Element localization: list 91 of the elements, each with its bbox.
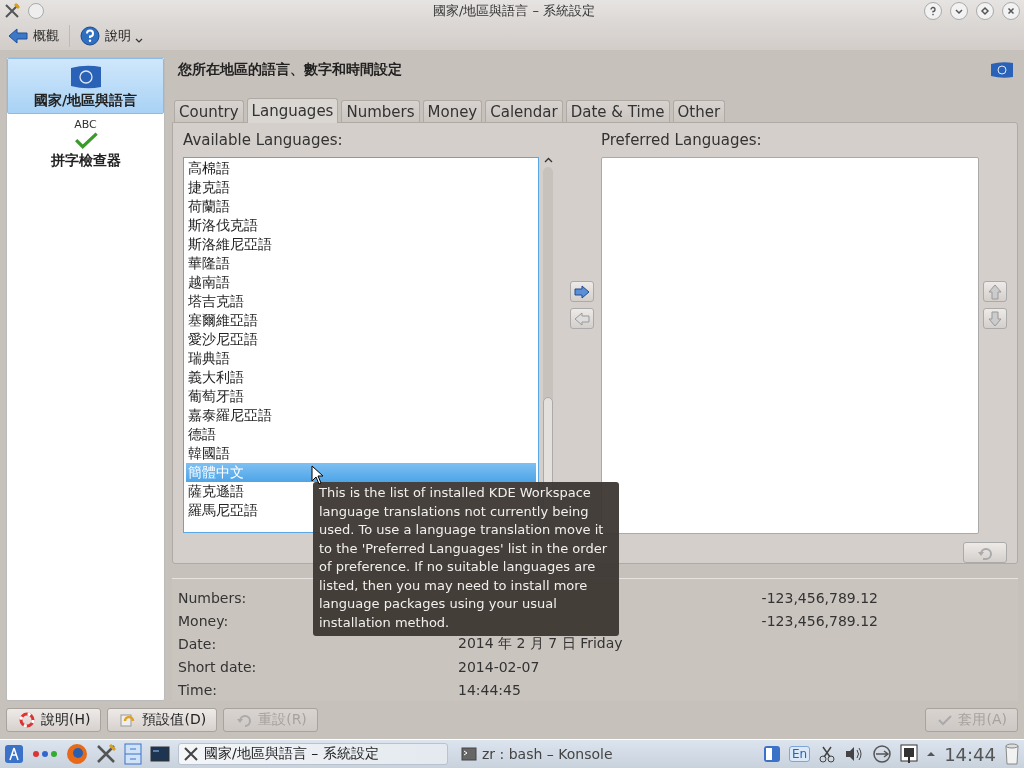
sidebar-item[interactable]: 國家/地區與語言: [7, 58, 164, 114]
help-icon: [80, 26, 100, 46]
tools-icon: [183, 746, 199, 762]
language-item[interactable]: 塔吉克語: [186, 292, 536, 311]
mouse-pointer-icon: [311, 465, 325, 485]
tools-icon[interactable]: [96, 744, 116, 764]
trash-icon[interactable]: [1004, 743, 1020, 765]
language-item[interactable]: 義大利語: [186, 368, 536, 387]
defaults-button[interactable]: 預設值(D): [107, 708, 218, 732]
language-item[interactable]: 荷蘭語: [186, 197, 536, 216]
diamond-icon: [980, 6, 990, 16]
tooltip: This is the list of installed KDE Workspace language translations not currently being used. To use a language translation move it to the 'Preferred Languages' list in the order of preference. If no suitable languages are listed, then you may need to install more language packages using your usual installation method.: [313, 482, 619, 636]
tab[interactable]: Country: [174, 100, 244, 122]
flag-icon: [68, 64, 103, 90]
preview-value: 14:44:45: [458, 681, 521, 698]
undo-icon: [120, 712, 137, 728]
panel-icon[interactable]: [762, 745, 781, 763]
page-title: 您所在地區的語言、數字和時間設定: [178, 61, 402, 79]
close-icon: [1006, 6, 1016, 16]
ethernet-icon[interactable]: [900, 744, 919, 764]
preview-value: 2014-02-07: [458, 658, 540, 675]
help-menu-button[interactable]: 說明: [76, 24, 135, 48]
sidebar-item-label: 國家/地區與語言: [33, 92, 138, 110]
terminal-icon: [461, 747, 477, 761]
preview-label: Numbers:: [178, 589, 247, 606]
preferred-languages-label: Preferred Languages:: [601, 131, 763, 151]
up-arrow-icon: [988, 283, 1002, 300]
language-item[interactable]: 華隆語: [186, 254, 536, 273]
launcher-icon[interactable]: [4, 744, 24, 764]
maximize-button[interactable]: [976, 2, 994, 20]
lifebuoy-icon: [19, 712, 35, 728]
monitor-icon[interactable]: [150, 746, 170, 762]
language-item[interactable]: 越南語: [186, 273, 536, 292]
language-item[interactable]: 愛沙尼亞語: [186, 330, 536, 349]
language-item[interactable]: 韓國語: [186, 444, 536, 463]
window-title: 國家/地區與語言 – 系統設定: [432, 2, 596, 20]
tab[interactable]: Numbers: [341, 100, 420, 122]
undo-icon: [236, 713, 253, 727]
spell-check-icon-text: ABC: [74, 119, 97, 130]
checkmark-icon: [938, 714, 953, 726]
down-arrow-icon: [988, 310, 1002, 327]
activities-icon[interactable]: [32, 750, 58, 758]
undo-icon: [977, 545, 993, 560]
language-item[interactable]: 高棉語: [186, 159, 536, 178]
language-item[interactable]: 德語: [186, 425, 536, 444]
language-item[interactable]: 瑞典語: [186, 349, 536, 368]
language-item[interactable]: 斯洛伐克語: [186, 216, 536, 235]
left-arrow-icon: [574, 311, 590, 326]
preview-value: 2014 年 2 月 7 日 Friday: [458, 634, 623, 651]
clock[interactable]: 14:44: [944, 743, 996, 765]
preview-label: Money:: [178, 612, 229, 629]
preview-label: Date:: [178, 635, 217, 652]
language-item[interactable]: 捷克語: [186, 178, 536, 197]
tab[interactable]: Date & Time: [565, 100, 670, 122]
preview-value: -123,456,789.12: [761, 612, 878, 629]
back-button[interactable]: 概觀: [4, 25, 63, 47]
language-item[interactable]: 嘉泰羅尼亞語: [186, 406, 536, 425]
keyboard-layout-indicator[interactable]: En: [788, 746, 811, 762]
scroll-up-icon[interactable]: [543, 157, 553, 163]
available-languages-label: Available Languages:: [183, 131, 344, 151]
tray-expand-icon[interactable]: [926, 751, 937, 757]
question-mark-icon: [928, 6, 938, 16]
dropdown-caret-icon[interactable]: [135, 38, 143, 44]
tab[interactable]: Money: [422, 100, 483, 122]
back-arrow-icon: [8, 28, 28, 44]
tools-icon: [4, 3, 20, 19]
volume-icon[interactable]: [844, 745, 865, 763]
chevron-down-icon: [954, 6, 964, 16]
network-icon[interactable]: [872, 744, 893, 764]
language-item[interactable]: 葡萄牙語: [186, 387, 536, 406]
taskbar-task[interactable]: 國家/地區與語言 – 系統設定: [178, 743, 448, 765]
preview-value: -123,456,789.12: [761, 589, 878, 606]
browser-icon[interactable]: [66, 743, 88, 765]
help-button[interactable]: 說明(H): [6, 708, 102, 732]
preview-label: Short date:: [178, 658, 257, 675]
flag-icon: [990, 61, 1014, 79]
minimize-button[interactable]: [950, 2, 968, 20]
scissors-icon[interactable]: [818, 745, 837, 763]
right-arrow-icon: [574, 284, 590, 299]
tab[interactable]: Calendar: [485, 100, 563, 122]
sidebar-item-label: 拼字檢查器: [50, 152, 121, 170]
preview-label: Time:: [178, 681, 217, 698]
close-button[interactable]: [1002, 2, 1020, 20]
taskbar-task[interactable]: zr : bash – Konsole: [456, 743, 716, 765]
tab[interactable]: Other: [672, 100, 726, 122]
tab[interactable]: Languages: [246, 98, 339, 123]
language-item[interactable]: 塞爾維亞語: [186, 311, 536, 330]
language-item[interactable]: 斯洛維尼亞語: [186, 235, 536, 254]
add-button[interactable]: [570, 281, 594, 302]
sidebar-item[interactable]: ABC 拼字檢查器: [7, 114, 164, 173]
help-button[interactable]: [924, 2, 942, 20]
